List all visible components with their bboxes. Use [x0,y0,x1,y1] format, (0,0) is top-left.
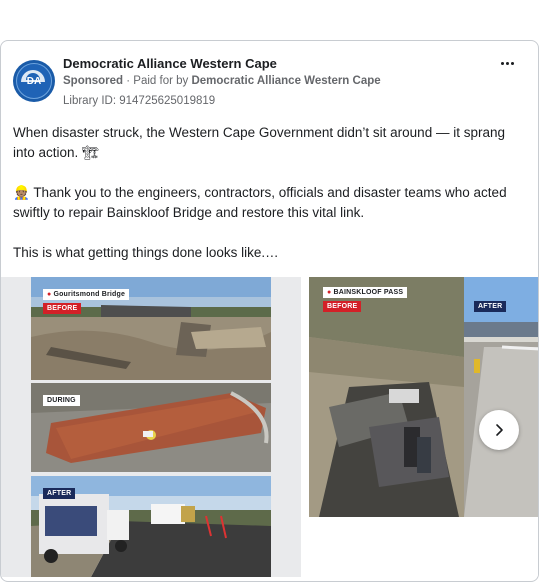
ad-post-card: DA Democratic Alliance Western Cape Spon… [0,40,539,582]
before-tag-2: BEFORE [323,301,362,312]
post-body: When disaster struck, the Western Cape G… [13,123,528,283]
before-photo: ● Gouritsmond Bridge BEFORE [31,277,271,380]
carousel-slide-1[interactable]: ● Gouritsmond Bridge BEFORE DURING AFTER [1,277,301,577]
media-carousel[interactable]: ● Gouritsmond Bridge BEFORE DURING AFTER… [1,277,538,581]
bainskloof-after-photo: AFTER [464,277,538,517]
library-id: Library ID: 914725625019819 [63,95,216,107]
during-photo: DURING [31,383,271,472]
sponsored-line: Sponsored · Paid for by Democratic Allia… [63,75,381,87]
paid-for-prefix: · Paid for by [126,75,189,87]
bainskloof-before-photo: ● BAINSKLOOF PASS BEFORE [309,277,464,517]
sponsored-label: Sponsored [63,75,124,87]
location-label-2: BAINSKLOOF PASS [333,289,404,296]
carousel-next-button[interactable] [479,410,519,450]
page-avatar[interactable]: DA [13,60,55,102]
after-tag-2: AFTER [474,301,507,312]
post-paragraph-3: This is what getting things done looks l… [13,245,279,260]
paid-for-by-link[interactable]: Democratic Alliance Western Cape [191,75,380,87]
chevron-right-icon [496,424,503,436]
location-label-1: Gouritsmond Bridge [53,291,126,298]
during-tag-1: DURING [43,395,80,406]
da-logo-icon: DA [16,63,52,99]
after-photo: AFTER [31,476,271,577]
post-paragraph-2: 👷🏽 Thank you to the engineers, contracto… [13,185,507,220]
more-options-button[interactable] [495,53,519,73]
after-tag-1: AFTER [43,488,76,499]
before-tag-1: BEFORE [43,303,82,314]
page-name-link[interactable]: Democratic Alliance Western Cape [63,56,277,71]
post-paragraph-1: When disaster struck, the Western Cape G… [13,125,505,160]
